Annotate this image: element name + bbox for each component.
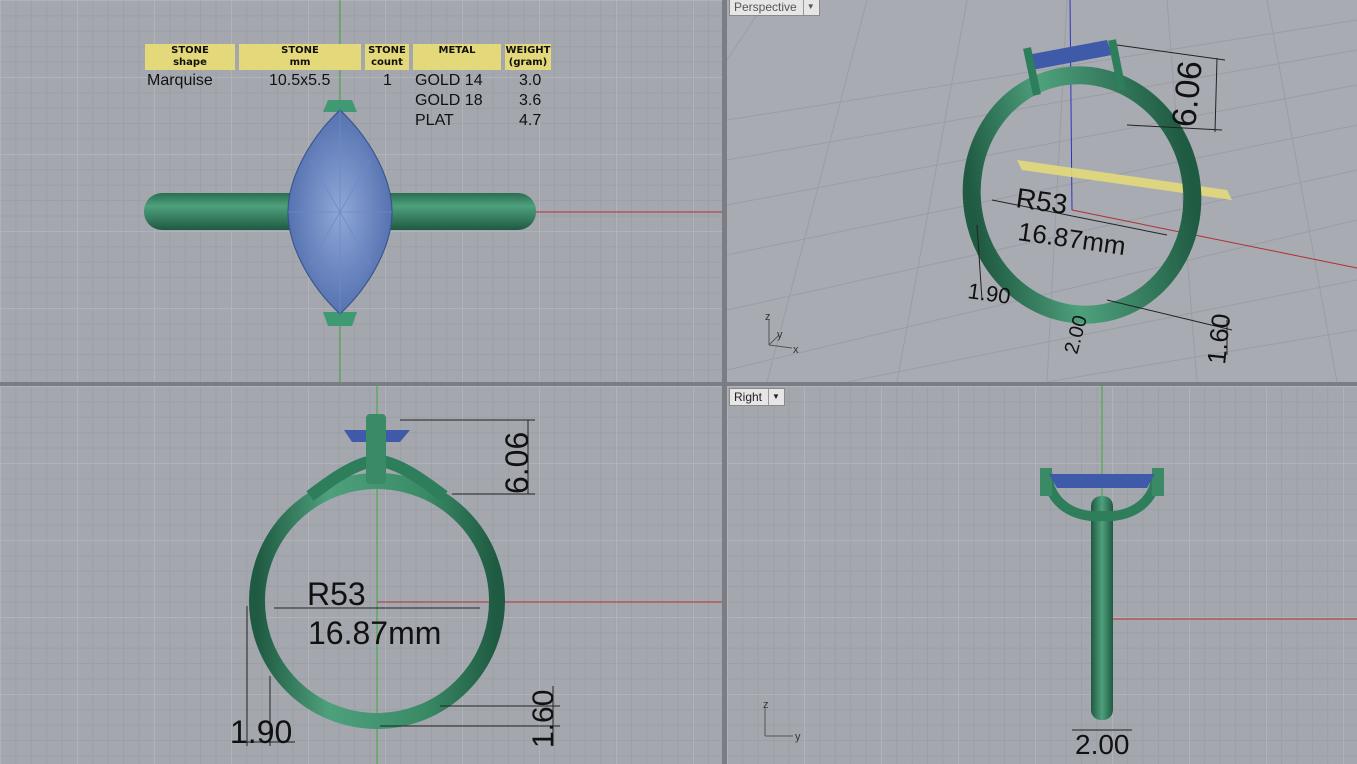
dim-height: 6.06 — [499, 432, 535, 494]
perspective-label: Perspective — [734, 0, 797, 14]
right-viewport[interactable]: 2.00 z y Right ▼ — [727, 386, 1357, 764]
metal-name: PLAT — [415, 112, 454, 129]
viewport-title-right[interactable]: Right ▼ — [729, 388, 785, 406]
dropdown-arrow-icon[interactable]: ▼ — [768, 389, 780, 405]
top-view-canvas — [144, 0, 722, 382]
metal-weight: 3.6 — [519, 92, 542, 109]
header-metal: METAL — [413, 44, 501, 70]
dim-bottom-persp: 1.60 — [1201, 312, 1236, 365]
stone-side — [1049, 474, 1155, 488]
dim-thickness-persp: 1.90 — [966, 278, 1012, 309]
stone-mm-value: 10.5x5.5 — [269, 72, 331, 89]
front-view-canvas: 6.06 R53 16.87mm 1.90 1.60 — [230, 386, 722, 764]
right-view-canvas: 2.00 z y — [763, 386, 1357, 760]
header-stone-shape: STONE shape — [145, 44, 235, 70]
dim-diameter-persp: 16.87mm — [1016, 216, 1128, 261]
dim-height-persp: 6.06 — [1165, 59, 1210, 129]
header-weight: WEIGHT (gram) — [505, 44, 551, 70]
dim-shank-bottom: 1.60 — [527, 690, 560, 748]
perspective-canvas: 6.06 R53 16.87mm 1.90 2.00 1.60 z y x — [727, 0, 1357, 382]
stone-shape-value: Marquise — [147, 72, 213, 89]
viewport-title-perspective[interactable]: Perspective ▼ — [729, 0, 820, 16]
metal-weight: 3.0 — [519, 72, 542, 89]
metal-name: GOLD 14 — [415, 72, 483, 89]
top-viewport[interactable]: STONE shape STONE mm STONE count METAL WEIG… — [0, 0, 722, 382]
dim-size-persp: R53 — [1014, 182, 1069, 220]
front-viewport[interactable]: 6.06 R53 16.87mm 1.90 1.60 — [0, 386, 722, 764]
gizmo-y-label: y — [795, 731, 801, 743]
dim-shank-width: 2.00 — [1075, 729, 1130, 760]
header-stone-count: STONE count — [365, 44, 409, 70]
prong-front — [366, 414, 386, 484]
metal-weight: 4.7 — [519, 112, 542, 129]
gizmo-z-label: z — [765, 311, 771, 323]
gizmo-y-label: y — [777, 329, 783, 341]
header-stone-mm: STONE mm — [239, 44, 361, 70]
dim-inner-diameter: 16.87mm — [308, 615, 441, 651]
z-axis-line — [1069, 0, 1073, 211]
dim-size-label: R53 — [307, 576, 366, 612]
gizmo-z-label: z — [763, 699, 769, 711]
gizmo-x-label: x — [793, 344, 799, 356]
dropdown-arrow-icon[interactable]: ▼ — [802, 0, 815, 15]
metal-name: GOLD 18 — [415, 92, 483, 109]
right-label: Right — [734, 390, 763, 404]
dim-band-thickness: 1.90 — [230, 714, 292, 750]
stone-count-value: 1 — [383, 72, 392, 89]
perspective-viewport[interactable]: 6.06 R53 16.87mm 1.90 2.00 1.60 z y x Pe… — [727, 0, 1357, 382]
axis-gizmo-right — [764, 708, 793, 737]
shank-side — [1091, 496, 1113, 720]
